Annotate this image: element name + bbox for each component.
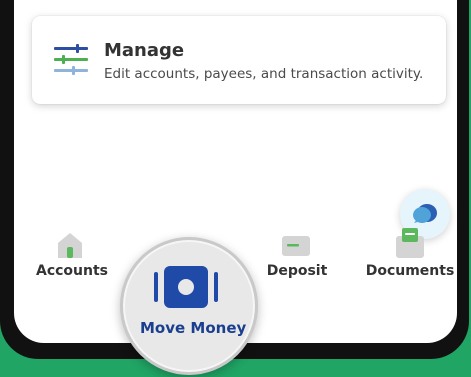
nav-label-documents: Documents bbox=[365, 263, 455, 279]
nav-label-deposit: Deposit bbox=[266, 263, 328, 279]
move-money-icon bbox=[154, 266, 218, 308]
manage-subtitle: Edit accounts, payees, and transaction a… bbox=[104, 66, 424, 82]
house-icon bbox=[58, 233, 82, 258]
documents-icon bbox=[396, 228, 424, 258]
manage-title: Manage bbox=[104, 40, 185, 61]
manage-card[interactable]: Manage Edit accounts, payees, and transa… bbox=[32, 16, 446, 104]
chat-bubble-icon bbox=[413, 204, 437, 223]
check-deposit-icon bbox=[282, 236, 310, 256]
nav-label-accounts: Accounts bbox=[36, 263, 109, 279]
sliders-icon bbox=[54, 44, 88, 75]
nav-label-move-money: Move Money bbox=[140, 319, 247, 337]
